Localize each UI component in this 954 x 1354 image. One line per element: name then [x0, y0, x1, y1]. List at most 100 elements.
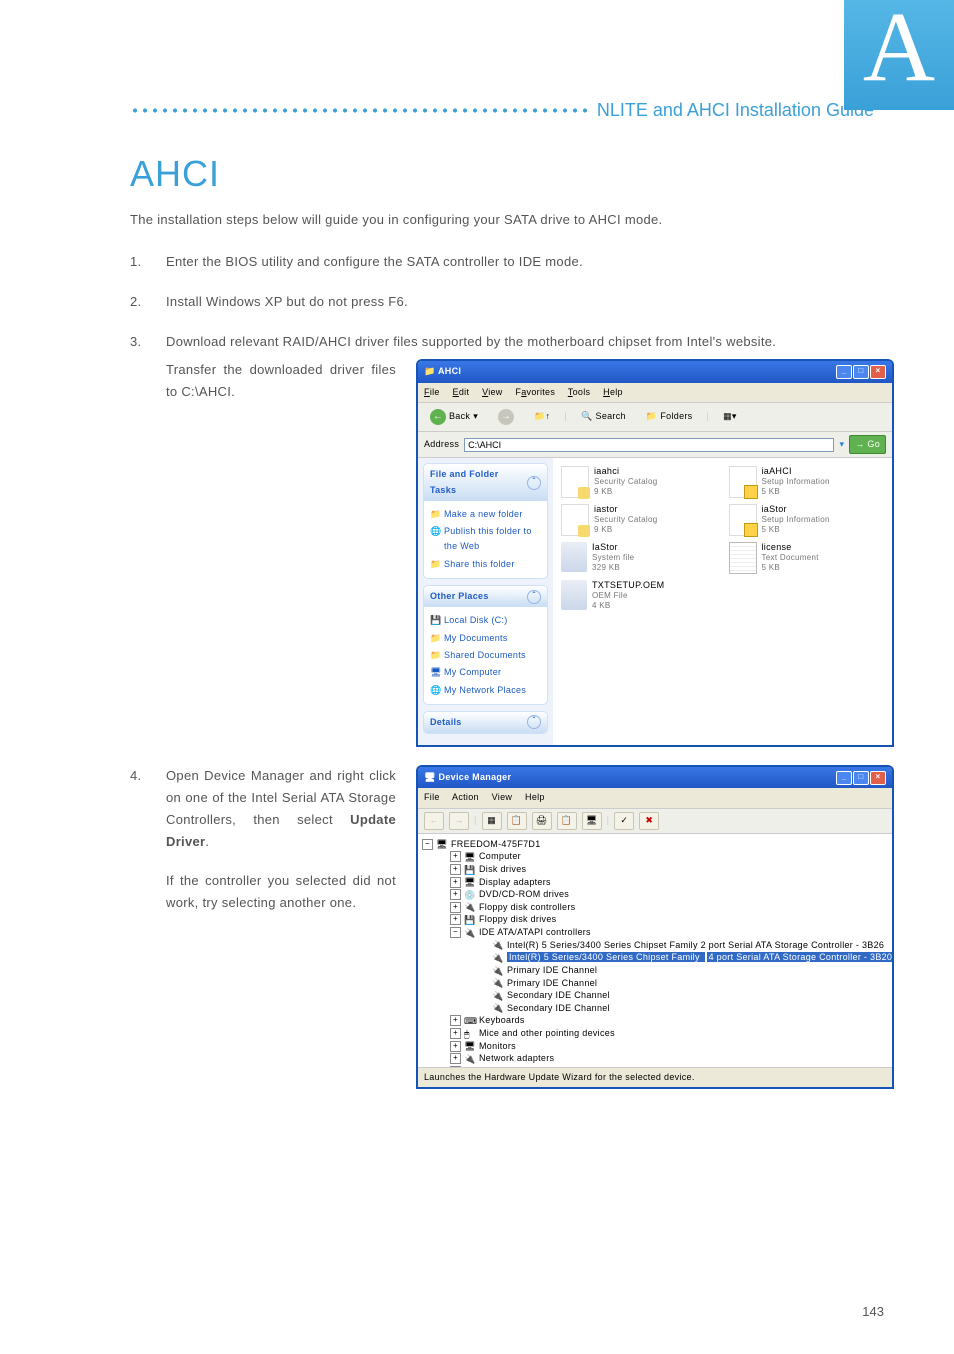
step-subtext: If the controller you selected did not w… — [166, 870, 396, 914]
expand-box[interactable]: + — [450, 902, 461, 913]
step-text: Open Device Manager and right click on o… — [166, 765, 396, 853]
dm-titlebar[interactable]: 🖥 Device Manager _ □ × — [418, 767, 892, 788]
tree-primary-ide-1[interactable]: 🔌Primary IDE Channel — [478, 964, 888, 977]
file-item[interactable]: IaStorSystem file329 KB — [561, 542, 717, 574]
tree-ide[interactable]: −🔌IDE ATA/ATAPI controllers 🔌Intel(R) 5 … — [450, 926, 888, 1014]
panel-header[interactable]: Other Placesˆ — [424, 586, 547, 607]
tree-monitors[interactable]: +🖥Monitors — [450, 1040, 888, 1053]
expand-box[interactable]: + — [450, 914, 461, 925]
place-my-computer[interactable]: 🖥My Computer — [430, 665, 541, 680]
close-button[interactable]: × — [870, 771, 886, 785]
tree-other[interactable]: +?Other devices — [450, 1065, 888, 1067]
place-my-network[interactable]: 🌐My Network Places — [430, 683, 541, 698]
menubar: File Action View Help — [418, 788, 892, 808]
panel-header[interactable]: File and Folder Tasksˆ — [424, 464, 547, 501]
print-button[interactable]: 🖨 — [532, 812, 552, 830]
menu-view[interactable]: View — [492, 792, 513, 802]
place-local-disk[interactable]: 💾Local Disk (C:) — [430, 613, 541, 628]
refresh-button[interactable]: 📋 — [557, 812, 577, 830]
enable-button[interactable]: ✓ — [614, 812, 634, 830]
menu-edit[interactable]: Edit — [453, 387, 470, 397]
address-input[interactable] — [464, 438, 834, 452]
explorer-titlebar[interactable]: 📁 AHCI _ □ × — [418, 361, 892, 382]
file-item[interactable]: iastorSecurity Catalog9 KB — [561, 504, 717, 536]
menu-favorites[interactable]: Favorites — [515, 387, 555, 397]
panel-header[interactable]: Detailsˇ — [424, 712, 547, 733]
expand-icon[interactable]: ˇ — [527, 715, 541, 729]
scan-button[interactable]: 🖥 — [582, 812, 602, 830]
nav-fwd-button[interactable]: → — [449, 812, 469, 830]
place-shared-documents[interactable]: 📁Shared Documents — [430, 648, 541, 663]
tree-display[interactable]: +🖥Display adapters — [450, 876, 888, 889]
file-item[interactable]: iaahciSecurity Catalog9 KB — [561, 466, 717, 498]
minimize-button[interactable]: _ — [836, 365, 852, 379]
collapse-icon[interactable]: ˆ — [527, 590, 541, 604]
tree-disk-drives[interactable]: +💾Disk drives — [450, 863, 888, 876]
views-button[interactable]: ▦▾ — [717, 406, 743, 427]
expand-box[interactable]: + — [450, 889, 461, 900]
expand-box[interactable]: + — [450, 864, 461, 875]
uninstall-button[interactable]: ✖ — [639, 812, 659, 830]
file-item[interactable]: iaStorSetup Information5 KB — [729, 504, 885, 536]
back-button[interactable]: ← Back ▾ — [424, 406, 484, 428]
step-number: 2. — [130, 291, 141, 313]
menu-tools[interactable]: Tools — [568, 387, 591, 397]
close-button[interactable]: × — [870, 365, 886, 379]
tree-secondary-ide-1[interactable]: 🔌Secondary IDE Channel — [478, 989, 888, 1002]
collapse-icon[interactable]: ˆ — [527, 476, 541, 490]
tree-floppy-drv[interactable]: +💾Floppy disk drives — [450, 913, 888, 926]
task-pane: File and Folder Tasksˆ 📁Make a new folde… — [418, 458, 553, 745]
nav-back-button[interactable]: ← — [424, 812, 444, 830]
menu-action[interactable]: Action — [452, 792, 479, 802]
maximize-button[interactable]: □ — [853, 365, 869, 379]
task-new-folder[interactable]: 📁Make a new folder — [430, 507, 541, 522]
expand-box[interactable]: + — [450, 1041, 461, 1052]
tree-floppy-ctrl[interactable]: +🔌Floppy disk controllers — [450, 901, 888, 914]
tree-root[interactable]: −🖥FREEDOM-475F7D1 +🖥Computer +💾Disk driv… — [422, 838, 888, 1067]
step-subtext: Transfer the downloaded driver files to … — [166, 359, 396, 403]
minimize-button[interactable]: _ — [836, 771, 852, 785]
menu-view[interactable]: View — [482, 387, 503, 397]
task-share[interactable]: 📁Share this folder — [430, 557, 541, 572]
properties-button[interactable]: 📋 — [507, 812, 527, 830]
file-item[interactable]: licenseText Document5 KB — [729, 542, 885, 574]
forward-button[interactable]: → — [492, 406, 520, 428]
file-item[interactable]: iaAHCISetup Information5 KB — [729, 466, 885, 498]
up-button[interactable]: 📁↑ — [528, 406, 556, 427]
expand-box[interactable]: + — [450, 1053, 461, 1064]
expand-box[interactable]: + — [450, 877, 461, 888]
tree-mice[interactable]: +🖱Mice and other pointing devices — [450, 1027, 888, 1040]
menu-file[interactable]: File — [424, 792, 440, 802]
tree-button[interactable]: ▦ — [482, 812, 502, 830]
collapse-box[interactable]: − — [450, 927, 461, 938]
address-label: Address — [424, 437, 459, 452]
maximize-button[interactable]: □ — [853, 771, 869, 785]
details-panel: Detailsˇ — [423, 711, 548, 734]
collapse-box[interactable]: − — [422, 839, 433, 850]
place-my-documents[interactable]: 📁My Documents — [430, 631, 541, 646]
expand-box[interactable]: + — [450, 1028, 461, 1039]
expand-box[interactable]: + — [450, 1066, 461, 1067]
tree-keyboards[interactable]: +⌨Keyboards — [450, 1014, 888, 1027]
tree-sata-ctrl-1[interactable]: 🔌Intel(R) 5 Series/3400 Series Chipset F… — [478, 939, 888, 952]
search-button[interactable]: 🔍 Search — [575, 406, 632, 427]
tree-secondary-ide-2[interactable]: 🔌Secondary IDE Channel — [478, 1002, 888, 1015]
tree-computer[interactable]: +🖥Computer — [450, 850, 888, 863]
device-tree[interactable]: −🖥FREEDOM-475F7D1 +🖥Computer +💾Disk driv… — [418, 834, 892, 1067]
tree-sata-ctrl-2[interactable]: 🔌Intel(R) 5 Series/3400 Series Chipset F… — [478, 951, 888, 964]
step-number: 4. — [130, 765, 141, 787]
tree-primary-ide-2[interactable]: 🔌Primary IDE Channel — [478, 977, 888, 990]
menu-help[interactable]: Help — [603, 387, 623, 397]
menu-file[interactable]: FFileile — [424, 387, 440, 397]
expand-box[interactable]: + — [450, 851, 461, 862]
tree-dvd[interactable]: +💿DVD/CD-ROM drives — [450, 888, 888, 901]
tree-network[interactable]: +🔌Network adapters — [450, 1052, 888, 1065]
keyboard-icon: ⌨ — [464, 1015, 476, 1027]
menu-help[interactable]: Help — [525, 792, 545, 802]
go-button[interactable]: → Go — [849, 435, 886, 454]
task-publish[interactable]: 🌐Publish this folder to the Web — [430, 524, 541, 555]
file-item[interactable]: TXTSETUP.OEMOEM File4 KB — [561, 580, 717, 610]
inf-icon — [729, 466, 757, 498]
folders-button[interactable]: 📁 Folders — [640, 406, 699, 427]
expand-box[interactable]: + — [450, 1015, 461, 1026]
